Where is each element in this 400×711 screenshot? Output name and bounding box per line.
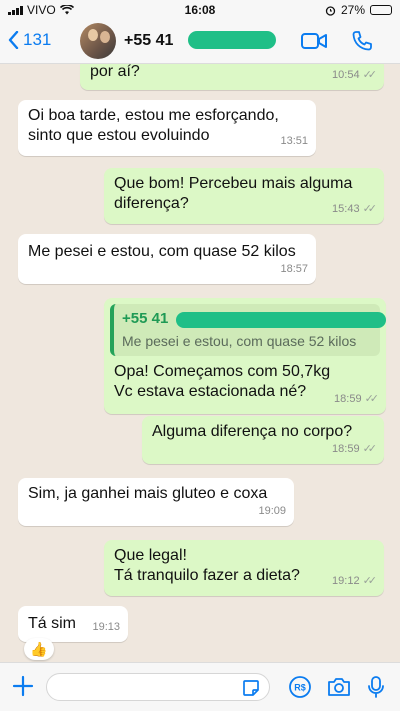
unread-count: 131 xyxy=(23,30,52,49)
plus-icon[interactable] xyxy=(12,675,34,697)
message-bubble[interactable]: Sim, ja ganhei mais gluteo e coxa 19:09 xyxy=(18,478,294,526)
message-input-bar: R$ xyxy=(0,662,400,711)
message-line: Opa! Começamos com 50,7kg xyxy=(114,363,331,380)
message-time: 19:12 xyxy=(332,575,360,587)
message-bubble[interactable]: Oi boa tarde, estou me esforçando, sinto… xyxy=(18,100,316,156)
payment-icon[interactable]: R$ xyxy=(288,675,312,699)
message-text: por aí? xyxy=(90,64,140,80)
read-ticks-icon: ✓✓ xyxy=(362,575,378,587)
message-time: 18:59 xyxy=(332,443,360,455)
video-camera-icon[interactable] xyxy=(300,29,328,53)
message-input[interactable] xyxy=(47,674,227,700)
quoted-text: Me pesei e estou, com quase 52 kilos xyxy=(122,333,357,349)
message-field[interactable] xyxy=(46,673,270,701)
message-bubble[interactable]: Que legal! Tá tranquilo fazer a dieta? 1… xyxy=(104,540,384,596)
sticker-icon[interactable] xyxy=(241,678,261,698)
message-time: 13:51 xyxy=(280,135,308,147)
battery-icon xyxy=(370,5,392,15)
message-text: Me pesei e estou, com quase 52 kilos xyxy=(28,243,296,260)
read-ticks-icon: ✓✓ xyxy=(362,443,378,455)
chevron-left-icon xyxy=(8,31,19,49)
message-bubble[interactable]: Que bom! Percebeu mais alguma diferença?… xyxy=(104,168,384,224)
contact-avatar[interactable] xyxy=(80,23,116,59)
message-time: 18:59 xyxy=(334,393,362,405)
read-ticks-icon: ✓✓ xyxy=(362,69,378,81)
quoted-message[interactable]: +55 41 Me pesei e estou, com quase 52 ki… xyxy=(110,304,386,356)
read-ticks-icon: ✓✓ xyxy=(364,393,380,405)
message-list[interactable]: por aí? 10:54 ✓✓ Oi boa tarde, estou me e… xyxy=(0,64,400,662)
message-time: 18:57 xyxy=(280,263,308,275)
message-time: 10:54 xyxy=(332,69,360,81)
message-line: sinto que estou evoluindo xyxy=(28,127,210,144)
message-text: Tá sim xyxy=(28,615,76,632)
chat-header: 131 +55 41 xyxy=(0,20,400,64)
contact-name[interactable]: +55 41 xyxy=(124,32,173,50)
message-bubble[interactable]: Alguma diferença no corpo? 18:59 ✓✓ xyxy=(142,416,384,464)
message-bubble[interactable]: Tá sim 19:13 xyxy=(18,606,128,642)
battery-percent: 27% xyxy=(340,3,365,17)
thumbs-up-reaction[interactable]: 👍 xyxy=(24,638,54,660)
message-line: Oi boa tarde, estou me esforçando, xyxy=(28,107,279,124)
alarm-icon xyxy=(325,5,336,16)
read-ticks-icon: ✓✓ xyxy=(362,203,378,215)
message-text: Sim, ja ganhei mais gluteo e coxa xyxy=(28,485,268,502)
microphone-icon[interactable] xyxy=(366,675,386,699)
redaction-mark xyxy=(188,31,276,49)
message-time: 15:43 xyxy=(332,203,360,215)
message-line: Que bom! Percebeu mais alguma xyxy=(114,175,353,192)
message-bubble[interactable]: Me pesei e estou, com quase 52 kilos 18:… xyxy=(18,234,316,284)
message-bubble[interactable]: por aí? 10:54 ✓✓ xyxy=(80,64,384,90)
back-button[interactable]: 131 xyxy=(8,30,51,50)
phone-icon[interactable] xyxy=(350,29,374,53)
camera-icon[interactable] xyxy=(326,675,352,699)
message-time: 19:09 xyxy=(258,505,286,517)
svg-text:R$: R$ xyxy=(294,683,306,693)
message-line: Que legal! xyxy=(114,547,187,564)
message-time: 19:13 xyxy=(92,621,120,633)
status-bar: VIVO 16:08 27% xyxy=(0,0,400,20)
message-bubble[interactable]: +55 41 Me pesei e estou, com quase 52 ki… xyxy=(104,298,386,414)
redaction-mark xyxy=(176,312,386,328)
